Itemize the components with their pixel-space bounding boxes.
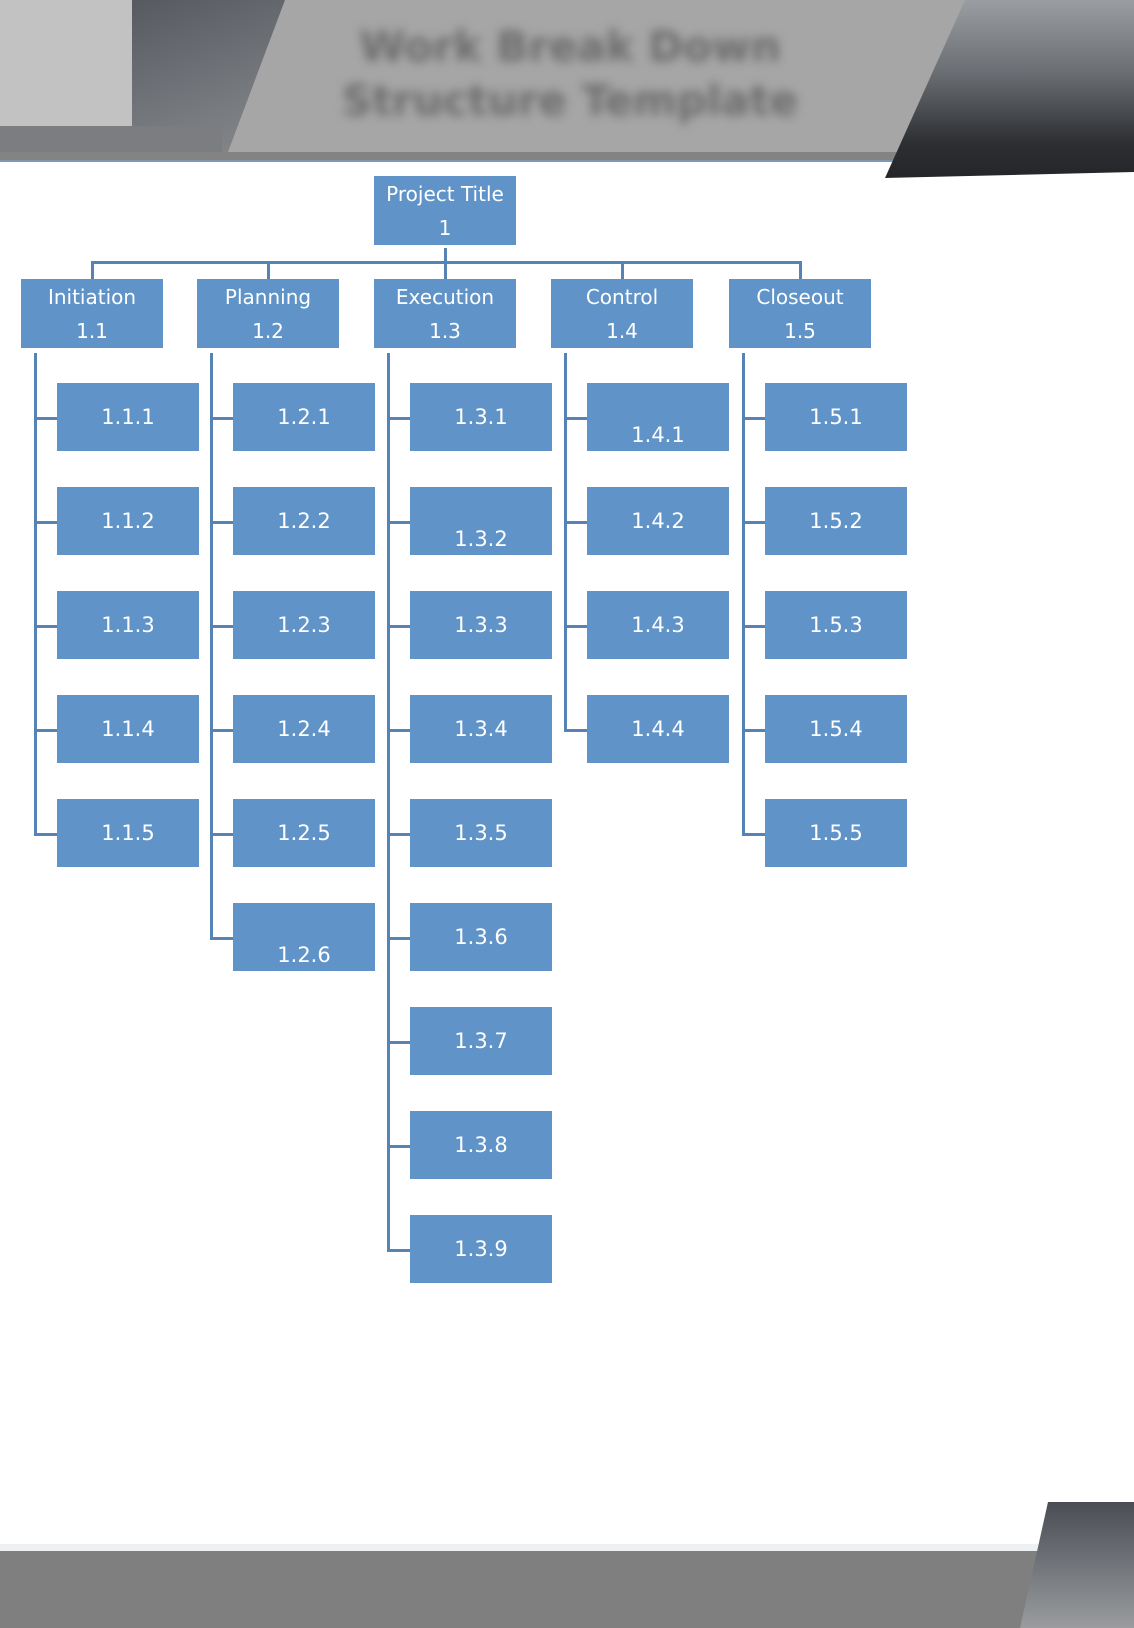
- task-code: 1.3.6: [454, 925, 508, 949]
- wbs-phase-node-closeout[interactable]: Closeout 1.5: [729, 279, 871, 348]
- footer-strip: [0, 1544, 1134, 1551]
- task-code: 1.5.2: [809, 509, 863, 533]
- phase-label: Execution: [395, 285, 495, 309]
- task-code: 1.5.5: [809, 821, 863, 845]
- footer-decoration: [1020, 1502, 1134, 1628]
- child-spine-connector: [387, 353, 390, 1252]
- wbs-task-node[interactable]: 1.3.4: [410, 695, 552, 763]
- phase-connector: [267, 261, 270, 279]
- wbs-task-node[interactable]: 1.1.2: [57, 487, 199, 555]
- wbs-task-node[interactable]: 1.3.3: [410, 591, 552, 659]
- wbs-task-node[interactable]: 1.4.3: [587, 591, 729, 659]
- task-code: 1.5.3: [809, 613, 863, 637]
- wbs-task-node[interactable]: 1.2.1: [233, 383, 375, 451]
- task-code: 1.1.4: [101, 717, 155, 741]
- task-code: 1.3.5: [454, 821, 508, 845]
- wbs-task-node[interactable]: 1.1.4: [57, 695, 199, 763]
- wbs-task-node[interactable]: 1.3.8: [410, 1111, 552, 1179]
- wbs-task-node[interactable]: 1.3.2: [410, 487, 552, 555]
- task-code: 1.2.2: [277, 509, 331, 533]
- task-code: 1.5.4: [809, 717, 863, 741]
- task-code: 1.2.6: [277, 943, 331, 967]
- wbs-task-node[interactable]: 1.5.1: [765, 383, 907, 451]
- wbs-root-node[interactable]: Project Title 1: [374, 176, 516, 245]
- task-code: 1.3.2: [454, 527, 508, 551]
- wbs-task-node[interactable]: 1.2.4: [233, 695, 375, 763]
- wbs-task-node[interactable]: 1.1.3: [57, 591, 199, 659]
- task-code: 1.1.1: [101, 405, 155, 429]
- wbs-task-node[interactable]: 1.2.6: [233, 903, 375, 971]
- child-spine-connector: [742, 353, 745, 836]
- wbs-task-node[interactable]: 1.5.2: [765, 487, 907, 555]
- phase-label: Control: [585, 285, 659, 309]
- task-code: 1.1.2: [101, 509, 155, 533]
- wbs-diagram: Project Title 1 Initiation 1.1 1.1.1 1.1.2 1…: [0, 0, 1134, 1300]
- task-code: 1.4.2: [631, 509, 685, 533]
- phase-connector: [621, 261, 624, 279]
- wbs-task-node[interactable]: 1.3.9: [410, 1215, 552, 1283]
- task-code: 1.1.5: [101, 821, 155, 845]
- wbs-task-node[interactable]: 1.5.4: [765, 695, 907, 763]
- root-code: 1: [438, 216, 452, 240]
- wbs-phase-node-execution[interactable]: Execution 1.3: [374, 279, 516, 348]
- phase-connector: [444, 261, 447, 279]
- task-code: 1.5.1: [809, 405, 863, 429]
- phase-code: 1.3: [429, 319, 461, 343]
- phase-code: 1.2: [252, 319, 284, 343]
- child-spine-connector: [564, 353, 567, 732]
- wbs-task-node[interactable]: 1.3.6: [410, 903, 552, 971]
- wbs-task-node[interactable]: 1.2.2: [233, 487, 375, 555]
- task-code: 1.2.5: [277, 821, 331, 845]
- child-spine-connector: [34, 353, 37, 836]
- root-label: Project Title: [386, 182, 504, 206]
- phase-code: 1.4: [606, 319, 638, 343]
- task-code: 1.4.3: [631, 613, 685, 637]
- wbs-phase-node-control[interactable]: Control 1.4: [551, 279, 693, 348]
- phase-label: Planning: [224, 285, 312, 309]
- task-code: 1.1.3: [101, 613, 155, 637]
- task-code: 1.3.8: [454, 1133, 508, 1157]
- task-code: 1.2.1: [277, 405, 331, 429]
- task-code: 1.2.4: [277, 717, 331, 741]
- phase-connector: [91, 261, 94, 279]
- task-code: 1.3.7: [454, 1029, 508, 1053]
- wbs-task-node[interactable]: 1.4.2: [587, 487, 729, 555]
- wbs-task-node[interactable]: 1.2.3: [233, 591, 375, 659]
- phase-code: 1.5: [784, 319, 816, 343]
- footer-bar: [0, 1551, 1134, 1628]
- wbs-phase-node-planning[interactable]: Planning 1.2: [197, 279, 339, 348]
- wbs-task-node[interactable]: 1.5.5: [765, 799, 907, 867]
- child-spine-connector: [210, 353, 213, 940]
- task-code: 1.4.1: [631, 423, 685, 447]
- task-code: 1.3.1: [454, 405, 508, 429]
- task-code: 1.2.3: [277, 613, 331, 637]
- phase-connector: [799, 261, 802, 279]
- wbs-task-node[interactable]: 1.1.1: [57, 383, 199, 451]
- task-code: 1.3.9: [454, 1237, 508, 1261]
- phase-code: 1.1: [76, 319, 108, 343]
- wbs-task-node[interactable]: 1.3.1: [410, 383, 552, 451]
- wbs-task-node[interactable]: 1.3.7: [410, 1007, 552, 1075]
- phase-label: Closeout: [756, 285, 844, 309]
- wbs-task-node[interactable]: 1.2.5: [233, 799, 375, 867]
- wbs-task-node[interactable]: 1.3.5: [410, 799, 552, 867]
- wbs-phase-node-initiation[interactable]: Initiation 1.1: [21, 279, 163, 348]
- wbs-task-node[interactable]: 1.4.1: [587, 383, 729, 451]
- wbs-task-node[interactable]: 1.4.4: [587, 695, 729, 763]
- task-code: 1.4.4: [631, 717, 685, 741]
- task-code: 1.3.3: [454, 613, 508, 637]
- task-code: 1.3.4: [454, 717, 508, 741]
- wbs-task-node[interactable]: 1.1.5: [57, 799, 199, 867]
- wbs-task-node[interactable]: 1.5.3: [765, 591, 907, 659]
- phase-label: Initiation: [47, 285, 137, 309]
